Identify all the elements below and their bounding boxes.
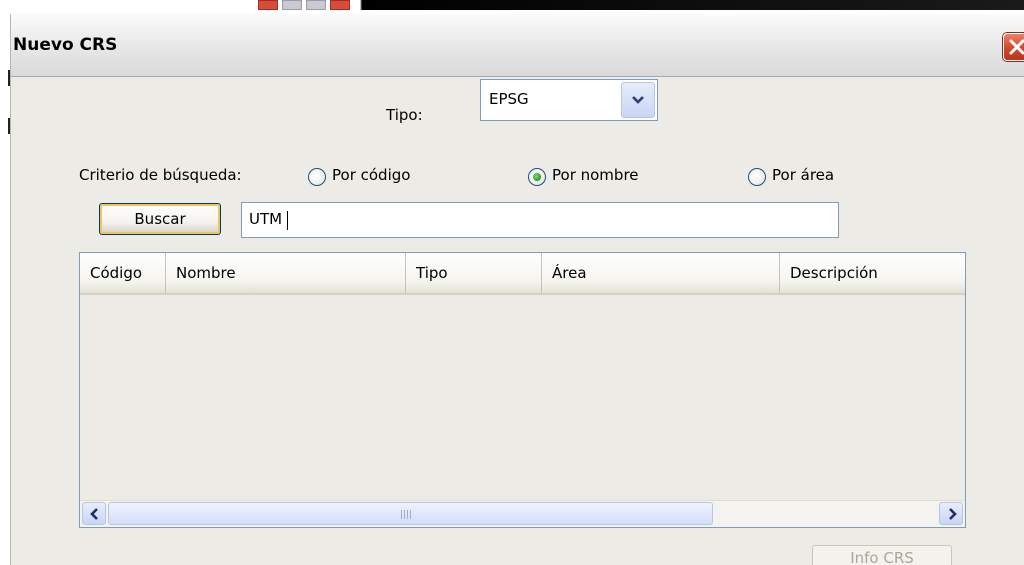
close-button[interactable] — [1003, 33, 1024, 61]
column-header-codigo[interactable]: Código — [80, 253, 166, 293]
column-header-tipo[interactable]: Tipo — [406, 253, 542, 293]
background-window-strip — [0, 0, 1024, 10]
chevron-right-icon — [949, 508, 957, 520]
crs-results-table[interactable]: Código Nombre Tipo Área Descripción — [79, 252, 966, 528]
search-input[interactable]: UTM — [241, 202, 839, 238]
table-header: Código Nombre Tipo Área Descripción — [80, 253, 965, 295]
tipo-label: Tipo: — [386, 106, 423, 124]
radio-por-nombre-label[interactable]: Por nombre — [552, 166, 639, 184]
info-crs-button[interactable]: Info CRS — [812, 545, 952, 565]
scrollbar-grip — [401, 510, 413, 519]
chevron-down-icon — [632, 96, 644, 104]
buscar-button-label: Buscar — [134, 210, 186, 228]
title-bar[interactable]: Nuevo CRS — [11, 14, 1024, 77]
info-crs-button-label: Info CRS — [850, 549, 914, 565]
tipo-dropdown-button[interactable] — [621, 82, 655, 118]
scrollbar-thumb[interactable] — [108, 502, 713, 525]
radio-por-nombre[interactable] — [528, 168, 546, 186]
column-header-descripcion[interactable]: Descripción — [780, 253, 965, 293]
buscar-button[interactable]: Buscar — [99, 203, 221, 235]
background-close-icon-2 — [330, 0, 350, 10]
search-input-value: UTM — [249, 210, 283, 228]
background-restore-icon — [282, 0, 302, 10]
chevron-left-icon — [90, 508, 98, 520]
tipo-select-value: EPSG — [489, 90, 529, 108]
background-maximize-icon — [306, 0, 326, 10]
background-close-icon — [258, 0, 278, 10]
close-icon — [1009, 39, 1024, 55]
radio-selected-dot — [533, 173, 541, 181]
text-caret — [287, 211, 288, 230]
scroll-left-button[interactable] — [82, 502, 106, 525]
horizontal-scrollbar[interactable] — [80, 500, 965, 527]
radio-por-area-label[interactable]: Por área — [772, 166, 834, 184]
column-header-nombre[interactable]: Nombre — [166, 253, 406, 293]
radio-por-codigo[interactable] — [308, 168, 326, 186]
dialog-title: Nuevo CRS — [13, 35, 118, 55]
scroll-right-button[interactable] — [939, 502, 963, 525]
tipo-select[interactable]: EPSG — [480, 79, 658, 121]
radio-por-area[interactable] — [748, 168, 766, 186]
column-header-area[interactable]: Área — [542, 253, 780, 293]
radio-por-codigo-label[interactable]: Por código — [332, 166, 410, 184]
criteria-label: Criterio de búsqueda: — [79, 166, 242, 184]
